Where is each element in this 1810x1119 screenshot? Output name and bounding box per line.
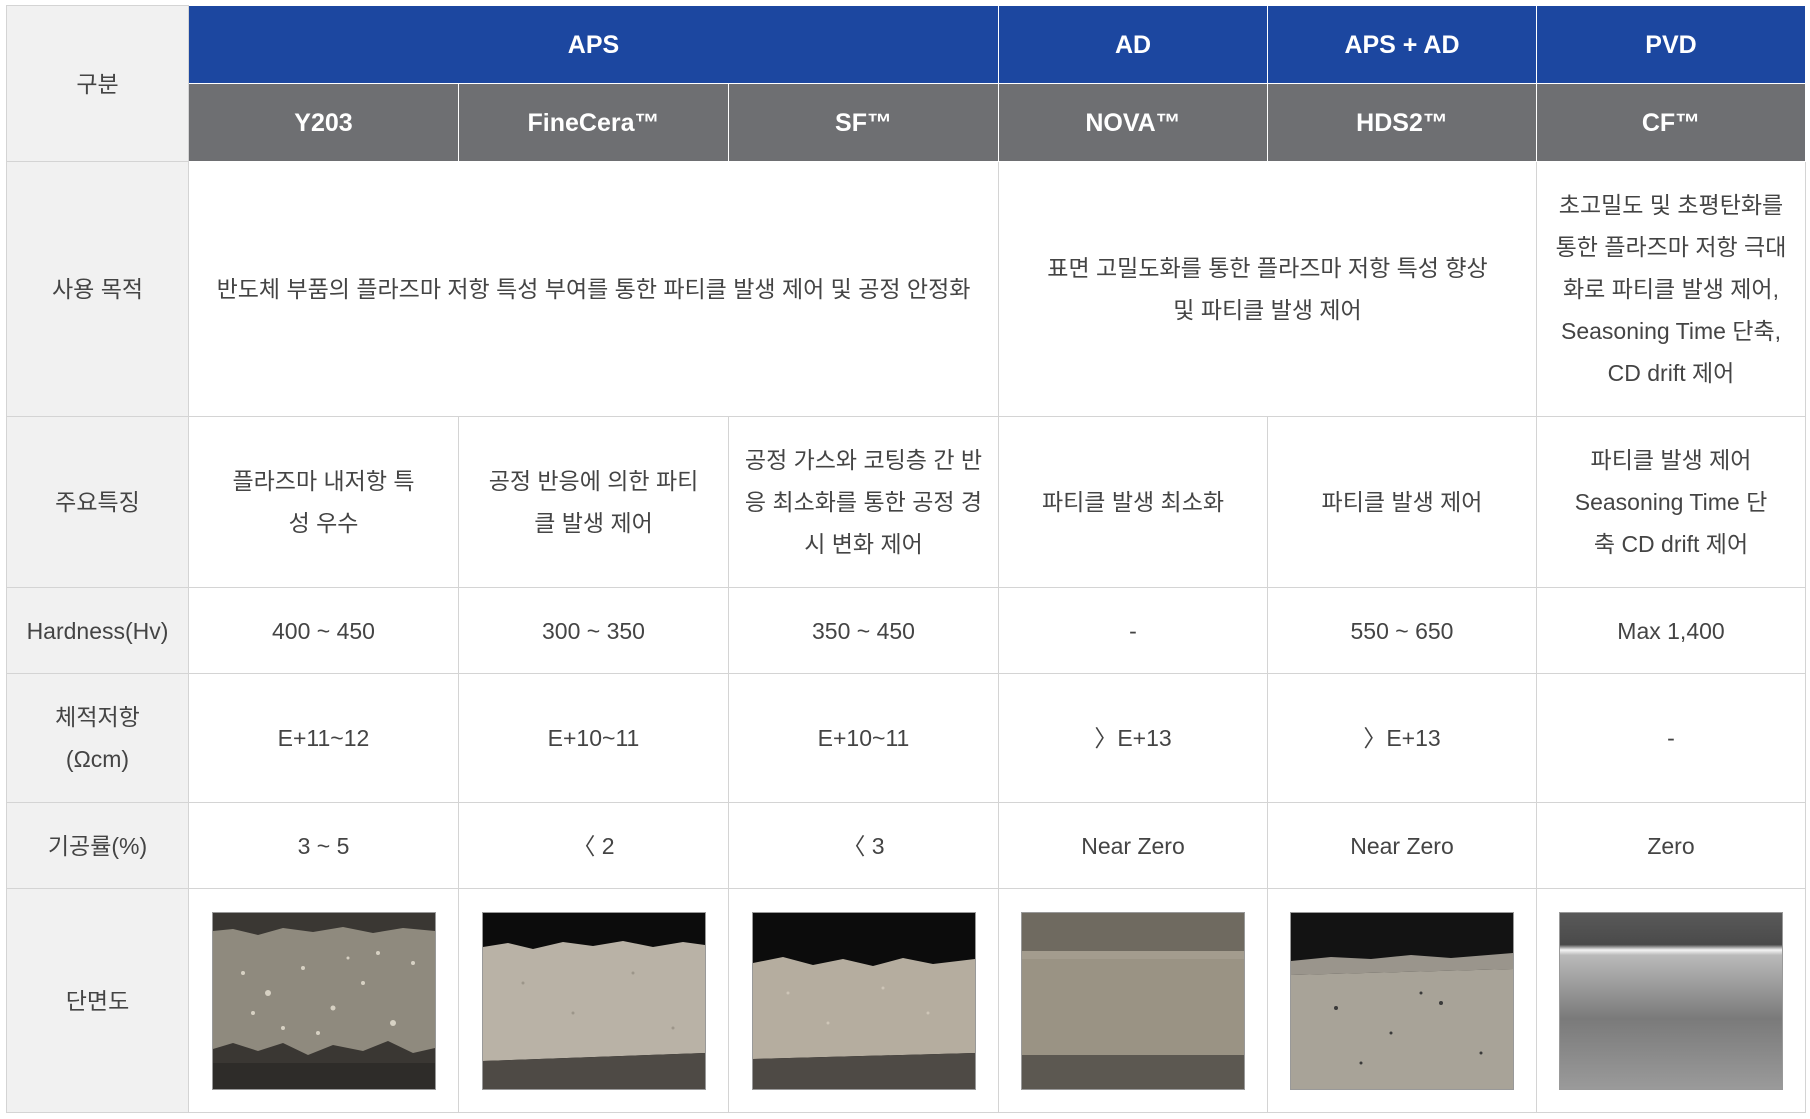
porosity-cell: Near Zero <box>1267 802 1537 889</box>
resistivity-label: 체적저항 (Ωcm) <box>6 673 189 803</box>
feature-row: 주요특징 플라즈마 내저항 특성 우수 공정 반응에 의한 파티클 발생 제어 … <box>6 416 1806 588</box>
porosity-cell: 3 ~ 5 <box>188 802 459 889</box>
resistivity-label-line1: 체적저항 <box>55 704 140 730</box>
product-nova: NOVA™ <box>998 83 1268 162</box>
product-y203: Y203 <box>188 83 459 162</box>
feature-cell: 공정 가스와 코팅층 간 반응 최소화를 통한 공정 경시 변화 제어 <box>728 416 999 588</box>
resistivity-cell: - <box>1536 673 1806 803</box>
category-pvd: PVD <box>1536 5 1806 84</box>
product-finecera: FineCera™ <box>458 83 729 162</box>
hardness-cell: 550 ~ 650 <box>1267 587 1537 674</box>
feature-cell: 파티클 발생 최소화 <box>998 416 1268 588</box>
purpose-ad: 표면 고밀도화를 통한 플라즈마 저항 특성 향상 및 파티클 발생 제어 <box>998 161 1537 417</box>
purpose-pvd: 초고밀도 및 초평탄화를 통한 플라즈마 저항 극대화로 파티클 발생 제어, … <box>1536 161 1806 417</box>
cross-section-cell <box>188 888 459 1113</box>
purpose-label: 사용 목적 <box>6 161 189 417</box>
feature-cell: 파티클 발생 제어Seasoning Time 단축 CD drift 제어 <box>1536 416 1806 588</box>
resistivity-cell: 〉E+13 <box>1267 673 1537 803</box>
hardness-label: Hardness(Hv) <box>6 587 189 674</box>
hardness-cell: - <box>998 587 1268 674</box>
hardness-cell: 400 ~ 450 <box>188 587 459 674</box>
category-header-row: 구분 APS AD APS + AD PVD <box>6 5 1806 162</box>
resistivity-cell: E+10~11 <box>458 673 729 803</box>
cross-section-finecera-image <box>481 911 706 1090</box>
porosity-cell: 〈 2 <box>458 802 729 889</box>
resistivity-label-line2: (Ωcm) <box>65 746 130 772</box>
cross-section-nova-image <box>1021 911 1245 1090</box>
feature-label: 주요특징 <box>6 416 189 588</box>
purpose-aps: 반도체 부품의 플라즈마 저항 특성 부여를 통한 파티클 발생 제어 및 공정… <box>188 161 999 417</box>
product-hds2: HDS2™ <box>1267 83 1537 162</box>
feature-cell: 파티클 발생 제어 <box>1267 416 1537 588</box>
hardness-cell: Max 1,400 <box>1536 587 1806 674</box>
product-sf: SF™ <box>728 83 999 162</box>
cross-section-cell <box>458 888 729 1113</box>
resistivity-cell: E+10~11 <box>728 673 999 803</box>
hardness-cell: 350 ~ 450 <box>728 587 999 674</box>
product-cf: CF™ <box>1536 83 1806 162</box>
resistivity-cell: E+11~12 <box>188 673 459 803</box>
cross-section-cell <box>1536 888 1806 1113</box>
product-header-row: Y203 FineCera™ SF™ NOVA™ HDS2™ CF™ <box>7 83 1806 162</box>
category-label: 구분 <box>6 5 189 162</box>
coating-spec-table: 구분 APS AD APS + AD PVD Y203 FineCera™ SF… <box>6 5 1806 1113</box>
cross-section-cell <box>728 888 999 1113</box>
feature-cell: 공정 반응에 의한 파티클 발생 제어 <box>458 416 729 588</box>
cross-section-cf-image <box>1559 911 1783 1090</box>
porosity-label: 기공률(%) <box>6 802 189 889</box>
porosity-cell: 〈 3 <box>728 802 999 889</box>
resistivity-row: 체적저항 (Ωcm) E+11~12 E+10~11 E+10~11 〉E+13… <box>6 673 1806 803</box>
cross-section-sf-image <box>751 911 976 1090</box>
category-ad: AD <box>998 5 1268 84</box>
hardness-cell: 300 ~ 350 <box>458 587 729 674</box>
category-aps: APS <box>188 5 999 84</box>
cross-section-cell <box>1267 888 1537 1113</box>
category-aps-ad: APS + AD <box>1267 5 1537 84</box>
hardness-row: Hardness(Hv) 400 ~ 450 300 ~ 350 350 ~ 4… <box>6 587 1806 674</box>
cross-section-y203-image <box>211 911 436 1090</box>
purpose-row: 사용 목적 반도체 부품의 플라즈마 저항 특성 부여를 통한 파티클 발생 제… <box>6 161 1806 417</box>
cross-section-label: 단면도 <box>6 888 189 1113</box>
resistivity-cell: 〉E+13 <box>998 673 1268 803</box>
cross-section-cell <box>998 888 1268 1113</box>
porosity-cell: Near Zero <box>998 802 1268 889</box>
porosity-cell: Zero <box>1536 802 1806 889</box>
feature-cell: 플라즈마 내저항 특성 우수 <box>188 416 459 588</box>
porosity-row: 기공률(%) 3 ~ 5 〈 2 〈 3 Near Zero Near Zero… <box>6 802 1806 889</box>
cross-section-hds2-image <box>1290 911 1514 1090</box>
cross-section-row: 단면도 <box>6 888 1806 1113</box>
